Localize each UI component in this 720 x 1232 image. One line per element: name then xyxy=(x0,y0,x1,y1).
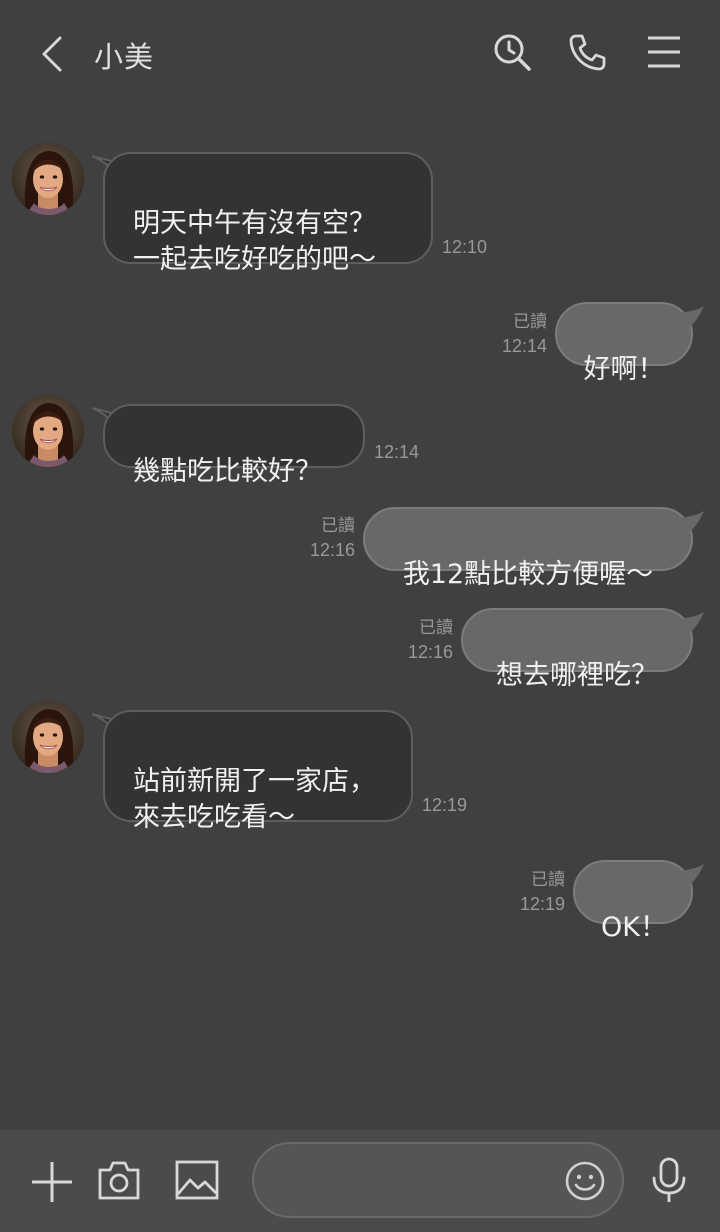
message-time: 12:16 xyxy=(407,642,453,662)
bubble-tail xyxy=(672,864,704,885)
input-bar xyxy=(0,1130,720,1232)
avatar-photo xyxy=(12,395,84,467)
message-time: 12:14 xyxy=(374,442,420,462)
image-icon xyxy=(175,1160,219,1200)
message-text: OK！ xyxy=(601,912,667,943)
add-attachment-button[interactable] xyxy=(30,1160,74,1204)
camera-button[interactable] xyxy=(96,1158,142,1202)
message-text: 站前新開了一家店， 來去吃吃看～ xyxy=(133,766,376,833)
message-meta: 已讀 12:14 xyxy=(487,310,547,358)
message-text: 想去哪裡吃？ xyxy=(496,660,658,691)
emoji-icon xyxy=(565,1161,605,1201)
incoming-message-bubble[interactable]: 明天中午有沒有空？ 一起去吃好吃的吧～ xyxy=(103,152,433,275)
microphone-icon xyxy=(652,1157,686,1202)
outgoing-message-bubble[interactable]: 我12點比較方便喔～ xyxy=(363,507,693,590)
emoji-button[interactable] xyxy=(564,1160,606,1202)
message-text: 明天中午有沒有空？ 一起去吃好吃的吧～ xyxy=(133,208,376,275)
message-meta: 已讀 12:16 xyxy=(295,514,355,562)
read-receipt: 已讀 xyxy=(419,618,453,638)
incoming-message-bubble[interactable]: 站前新開了一家店， 來去吃吃看～ xyxy=(103,710,413,833)
incoming-message-bubble[interactable]: 幾點吃比較好？ xyxy=(103,404,365,487)
message-time: 12:16 xyxy=(309,540,355,560)
read-receipt: 已讀 xyxy=(321,516,355,536)
contact-avatar[interactable] xyxy=(12,143,84,215)
camera-icon xyxy=(98,1161,140,1200)
bubble-tail xyxy=(672,612,704,633)
contact-avatar[interactable] xyxy=(12,701,84,773)
gallery-button[interactable] xyxy=(174,1158,220,1202)
message-text: 我12點比較方便喔～ xyxy=(402,559,654,590)
bubble-tail xyxy=(672,511,704,532)
read-receipt: 已讀 xyxy=(531,870,565,890)
message-time: 12:19 xyxy=(422,795,468,815)
contact-avatar[interactable] xyxy=(12,395,84,467)
outgoing-message-bubble[interactable]: 想去哪裡吃？ xyxy=(461,608,693,691)
message-input-container xyxy=(252,1142,624,1218)
message-time: 12:10 xyxy=(442,237,488,257)
message-text: 幾點吃比較好？ xyxy=(133,456,322,487)
plus-icon xyxy=(32,1162,72,1202)
message-list[interactable]: 明天中午有沒有空？ 一起去吃好吃的吧～ 12:10 已讀 12:14 好啊！ 幾… xyxy=(0,0,720,1130)
bubble-tail xyxy=(672,306,704,327)
message-time: 12:19 xyxy=(519,894,565,914)
read-receipt: 已讀 xyxy=(513,312,547,332)
avatar-photo xyxy=(12,143,84,215)
message-meta: 已讀 12:19 xyxy=(505,868,565,916)
voice-input-button[interactable] xyxy=(648,1156,690,1204)
message-text: 好啊！ xyxy=(583,354,665,385)
avatar-photo xyxy=(12,701,84,773)
message-meta: 已讀 12:16 xyxy=(393,616,453,664)
message-time: 12:14 xyxy=(501,336,547,356)
message-input[interactable] xyxy=(278,1162,562,1200)
